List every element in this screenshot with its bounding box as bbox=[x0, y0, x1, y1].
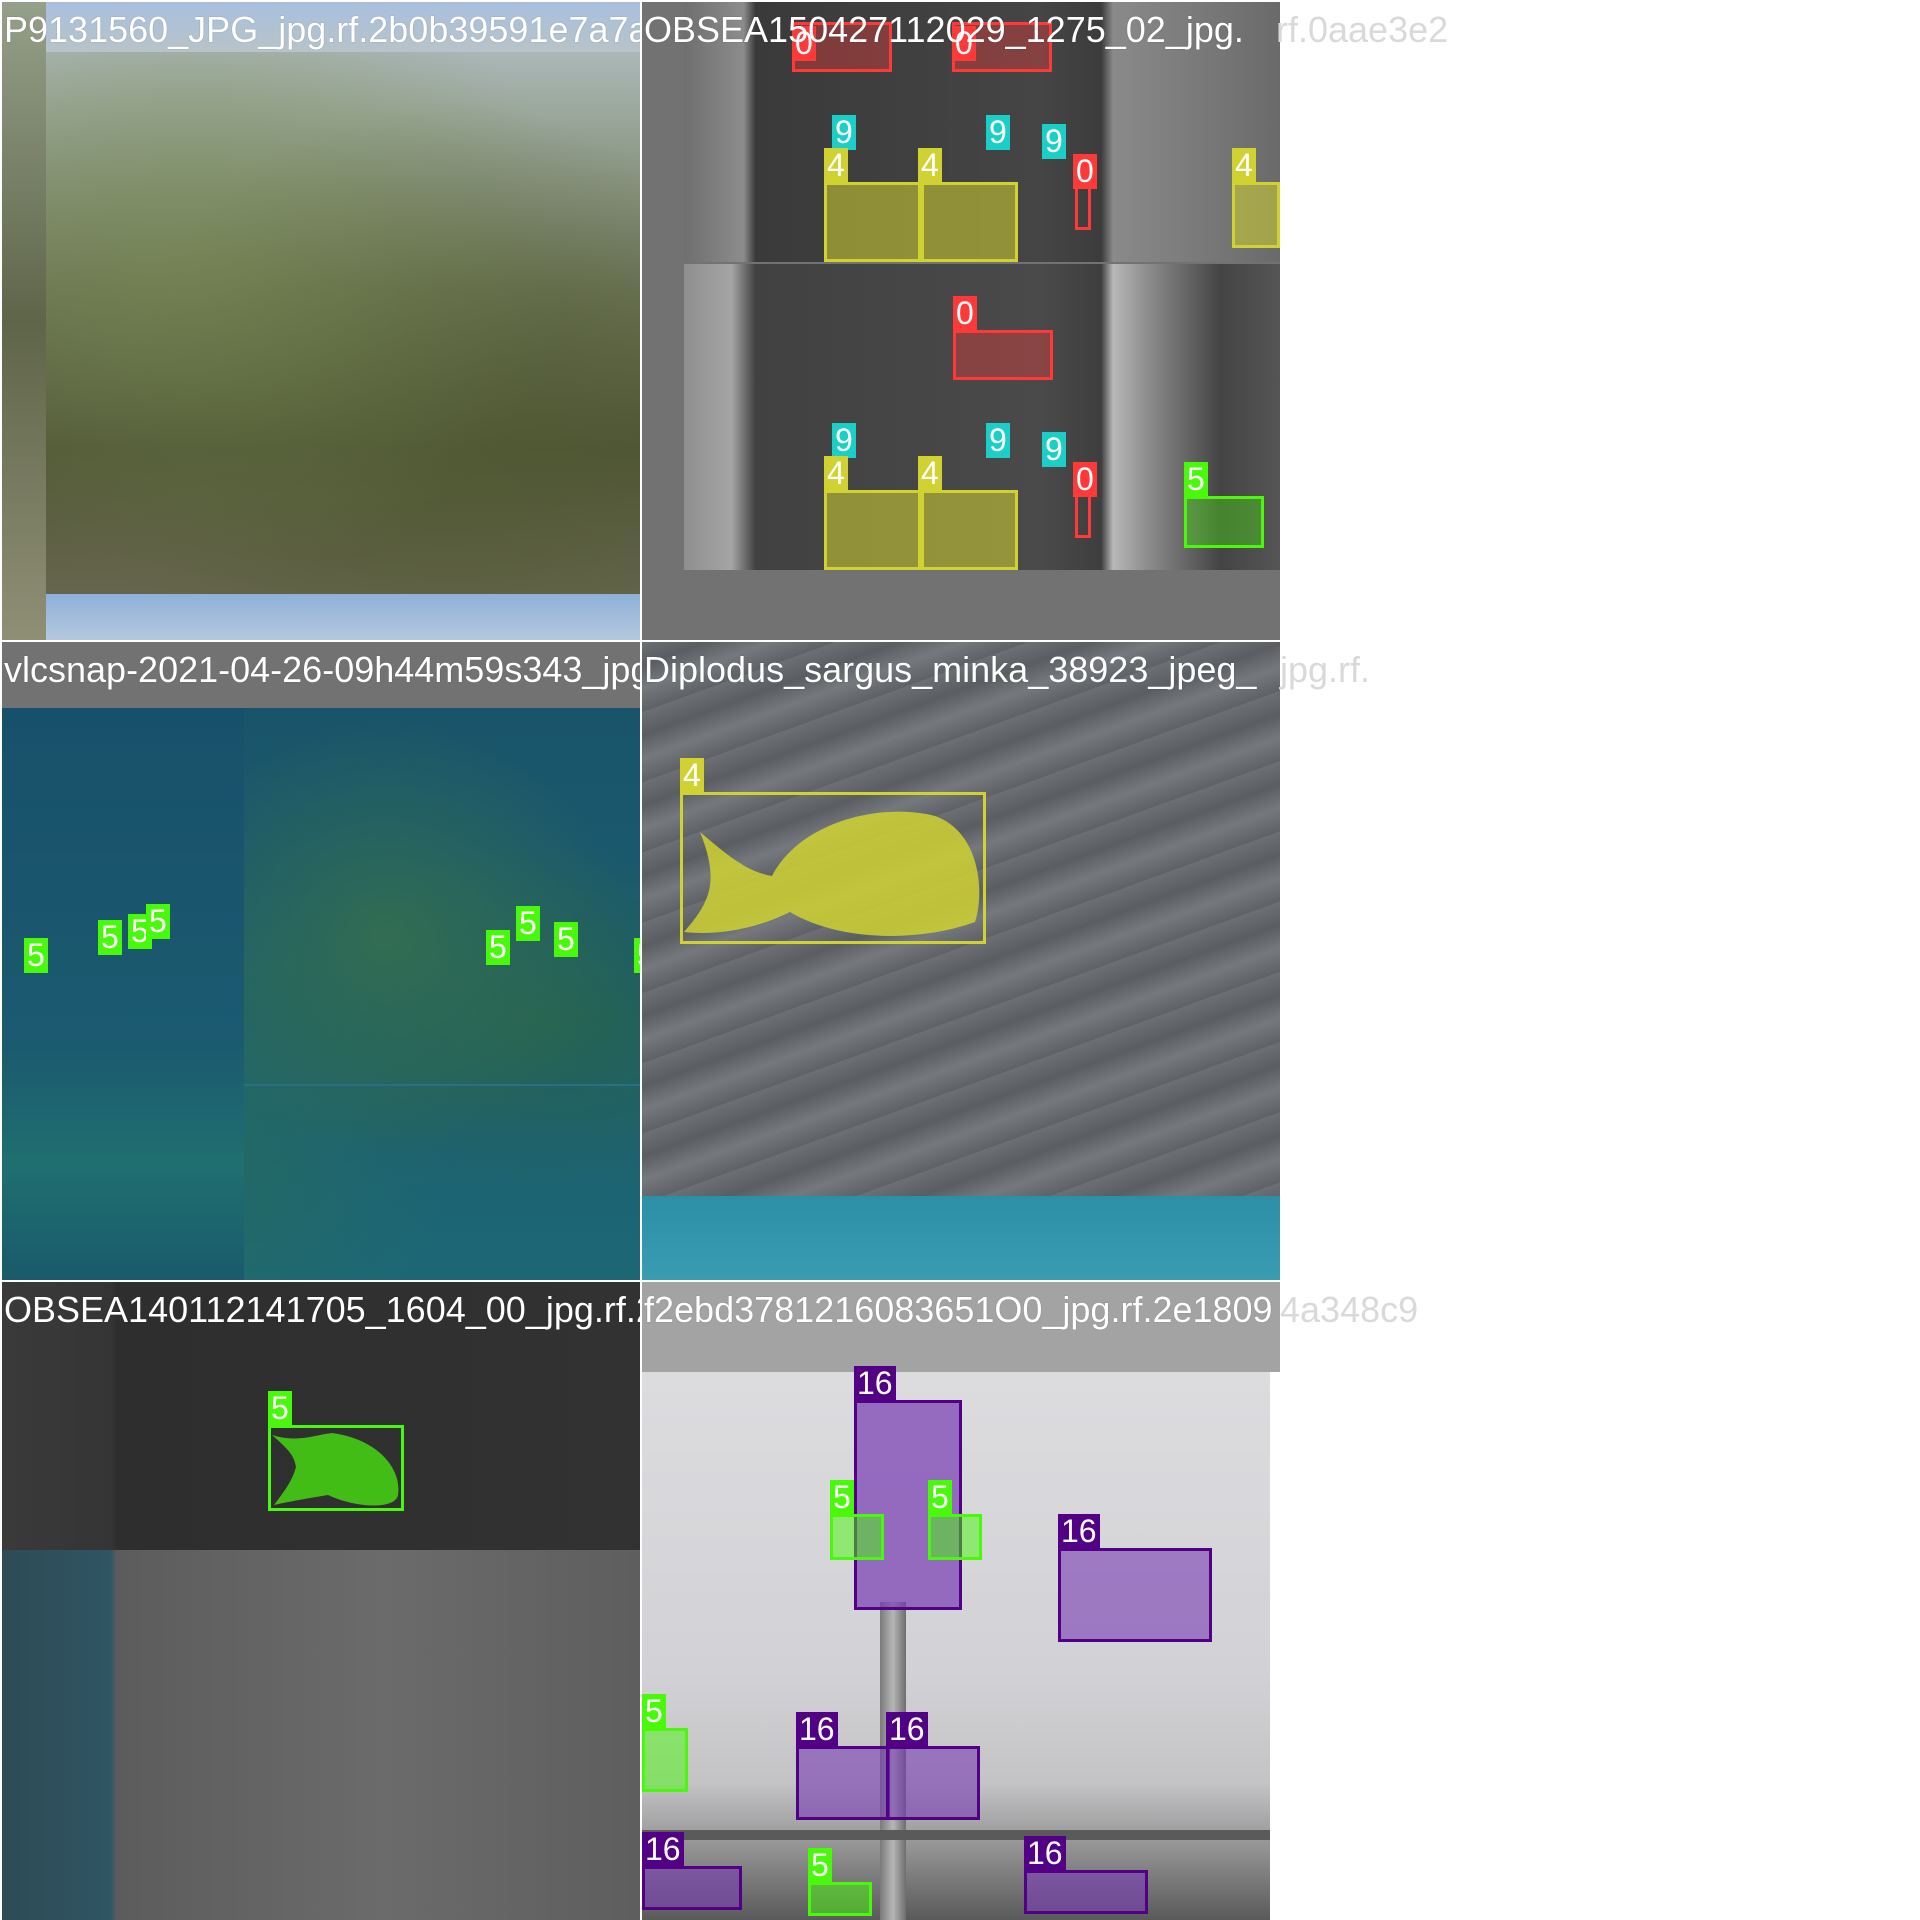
detection-label: 5 bbox=[928, 1480, 952, 1515]
detection-label: 5 bbox=[24, 938, 48, 973]
tile-title-overflow: rf.0aae3e2 bbox=[1276, 9, 1449, 50]
detection-box-class-16 bbox=[796, 1746, 890, 1820]
detection-label: 5 bbox=[554, 922, 578, 957]
tile-title: f2ebd3781216083651O0_jpg.rf.2e1809 bbox=[644, 1289, 1273, 1330]
detection-label: 16 bbox=[854, 1366, 896, 1401]
detection-label: 5 bbox=[634, 938, 640, 973]
detection-box-class-4 bbox=[918, 490, 1018, 570]
detection-label: 0 bbox=[953, 296, 977, 331]
detection-label: 4 bbox=[824, 456, 848, 491]
tile-title: OBSEA150427112029_1275_02_jpg. bbox=[644, 9, 1244, 50]
tile-title: P9131560_JPG_jpg.rf.2b0b39591e7a7a bbox=[4, 9, 640, 50]
detection-label: 9 bbox=[986, 115, 1010, 150]
mosaic-tile-2: 0 0 0 0 0 9 9 9 9 9 9 4 4 4 4 4 5 OBSEA1… bbox=[642, 2, 1280, 640]
mosaic-tile-6: 16 16 16 16 16 16 5 5 5 5 f2ebd378121608… bbox=[642, 1282, 1280, 1920]
seagrass-photo bbox=[2, 2, 640, 640]
detection-box-class-5 bbox=[642, 1728, 688, 1792]
detection-label: 5 bbox=[486, 930, 510, 965]
mosaic-tile-4: 4 Diplodus_sargus_minka_38923_jpeg_ bbox=[642, 642, 1280, 1280]
detection-box-class-5 bbox=[830, 1514, 884, 1560]
detection-label: 9 bbox=[1042, 124, 1066, 159]
detection-label: 5 bbox=[830, 1480, 854, 1515]
detection-box-class-4 bbox=[680, 792, 986, 944]
tile-title-overflow: 4a348c9 bbox=[1280, 1289, 1419, 1330]
mosaic-tile-3: 5 5 5 5 5 5 5 5 vlcsnap-2021-04-26-09h44… bbox=[2, 642, 640, 1280]
detection-label: 9 bbox=[832, 423, 856, 458]
detection-label: 5 bbox=[516, 906, 540, 941]
water-strip bbox=[642, 1196, 1280, 1280]
detection-box-class-0 bbox=[953, 330, 1053, 380]
detection-box-class-16 bbox=[1024, 1870, 1148, 1914]
tile-title: OBSEA140112141705_1604_00_jpg.rf.2e bbox=[4, 1289, 640, 1330]
seagrass-left-strip bbox=[2, 2, 46, 640]
detection-label: 16 bbox=[642, 1832, 684, 1867]
detection-box-class-5 bbox=[928, 1514, 982, 1560]
detection-label: 5 bbox=[642, 1694, 666, 1729]
reef-left-panel bbox=[2, 708, 244, 1280]
detection-box-class-4 bbox=[824, 490, 924, 570]
detection-label: 16 bbox=[796, 1712, 838, 1747]
detection-label: 16 bbox=[886, 1712, 928, 1747]
detection-label: 16 bbox=[1058, 1514, 1100, 1549]
detection-box-class-5 bbox=[808, 1882, 872, 1916]
detection-box-class-5 bbox=[268, 1425, 404, 1511]
detection-label: 16 bbox=[1024, 1836, 1066, 1871]
detection-label: 9 bbox=[986, 423, 1010, 458]
detection-label: 5 bbox=[268, 1391, 292, 1426]
detection-box-class-4 bbox=[824, 182, 924, 262]
tile-title-overflow: jpg.rf. bbox=[1280, 649, 1371, 690]
detection-label: 5 bbox=[808, 1848, 832, 1883]
detection-label: 4 bbox=[918, 456, 942, 491]
detection-label: 0 bbox=[1073, 154, 1097, 189]
detection-label: 4 bbox=[1232, 148, 1256, 183]
mosaic-tile-5: 5 OBSEA140112141705_1604_00_jpg.rf.2e bbox=[2, 1282, 640, 1920]
detection-label: 4 bbox=[680, 758, 704, 793]
detection-box-class-4 bbox=[918, 182, 1018, 262]
detection-label: 5 bbox=[146, 904, 170, 939]
detection-box-class-5 bbox=[1184, 496, 1264, 548]
detection-box-class-4 bbox=[1232, 182, 1280, 248]
mosaic-tile-1: P9131560_JPG_jpg.rf.2b0b39591e7a7a bbox=[2, 2, 640, 640]
detection-label: 4 bbox=[824, 148, 848, 183]
tile-title: Diplodus_sargus_minka_38923_jpeg_ bbox=[644, 649, 1257, 690]
detection-label: 9 bbox=[832, 115, 856, 150]
murky-water-bottom bbox=[2, 1550, 640, 1920]
detection-label: 0 bbox=[1073, 462, 1097, 497]
mooring-rope bbox=[642, 1830, 1270, 1840]
water-bottom-strip bbox=[46, 594, 640, 640]
tile-title: vlcsnap-2021-04-26-09h44m59s343_jpg.rf. bbox=[4, 649, 640, 690]
detection-label: 5 bbox=[98, 920, 122, 955]
detection-box-class-16 bbox=[886, 1746, 980, 1820]
detection-box-class-16 bbox=[1058, 1548, 1212, 1642]
detection-label: 5 bbox=[1184, 462, 1208, 497]
detection-label: 4 bbox=[918, 148, 942, 183]
detection-box-class-16 bbox=[642, 1866, 742, 1910]
detection-label: 9 bbox=[1042, 432, 1066, 467]
